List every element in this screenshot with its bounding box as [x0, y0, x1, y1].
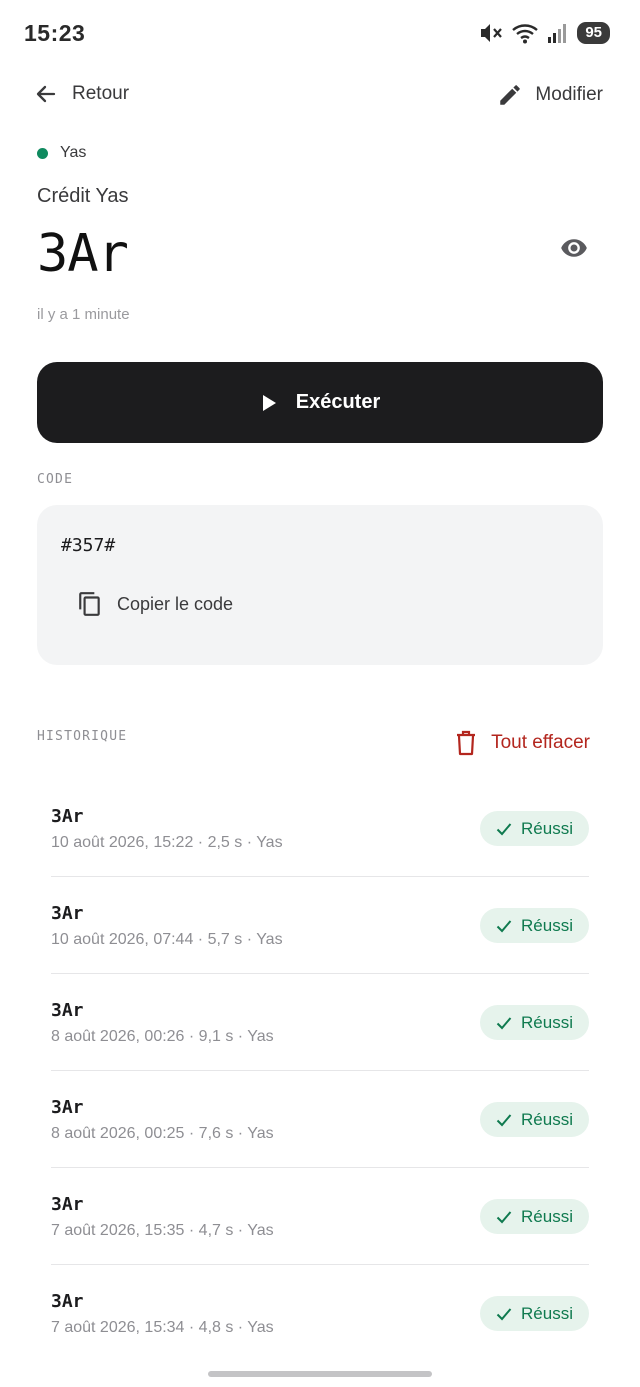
- toggle-visibility-button[interactable]: [558, 234, 590, 262]
- check-icon: [496, 919, 512, 932]
- history-item[interactable]: 3Ar 7 août 2026, 15:35 · 4,7 s · Yas Réu…: [51, 1168, 589, 1265]
- check-icon: [496, 1016, 512, 1029]
- history-amount: 3Ar: [51, 1097, 84, 1118]
- check-icon: [496, 822, 512, 835]
- status-time: 15:23: [24, 20, 86, 46]
- status-badge: Réussi: [480, 1005, 589, 1040]
- clear-history-label: Tout effacer: [491, 732, 590, 753]
- code-card: #357# Copier le code: [37, 505, 603, 665]
- execute-label: Exécuter: [295, 391, 381, 413]
- history-meta: 8 août 2026, 00:26 · 9,1 s · Yas: [51, 1028, 274, 1045]
- pencil-icon: [500, 85, 521, 105]
- status-label: Réussi: [521, 1109, 573, 1129]
- status-icons: 95: [479, 22, 610, 44]
- check-icon: [496, 1307, 512, 1320]
- history-meta: 7 août 2026, 15:34 · 4,8 s · Yas: [51, 1319, 274, 1336]
- eye-icon: [561, 239, 587, 257]
- copy-code-button[interactable]: Copier le code: [77, 591, 233, 617]
- play-icon: [262, 394, 276, 411]
- edit-label: Modifier: [535, 84, 603, 105]
- history-list: 3Ar 10 août 2026, 15:22 · 2,5 s · Yas Ré…: [51, 780, 589, 1362]
- history-item[interactable]: 3Ar 8 août 2026, 00:26 · 9,1 s · Yas Réu…: [51, 974, 589, 1071]
- top-bar: Retour Modifier: [0, 72, 640, 122]
- history-item[interactable]: 3Ar 8 août 2026, 00:25 · 7,6 s · Yas Réu…: [51, 1071, 589, 1168]
- code-section-label: CODE: [37, 472, 74, 487]
- status-bar: 15:23 95: [0, 0, 640, 68]
- wifi-icon: [512, 24, 539, 44]
- status-label: Réussi: [521, 818, 573, 838]
- operator-name: Yas: [60, 144, 87, 161]
- history-amount: 3Ar: [51, 1194, 84, 1215]
- history-section-label: HISTORIQUE: [37, 729, 128, 744]
- status-badge: Réussi: [480, 1102, 589, 1137]
- mute-icon: [481, 24, 503, 42]
- back-label: Retour: [72, 83, 130, 104]
- status-label: Réussi: [521, 915, 573, 935]
- check-icon: [496, 1210, 512, 1223]
- history-item[interactable]: 3Ar 7 août 2026, 15:34 · 4,8 s · Yas Réu…: [51, 1265, 589, 1362]
- signal-icon: [548, 24, 567, 43]
- status-label: Réussi: [521, 1012, 573, 1032]
- execute-button[interactable]: Exécuter: [37, 362, 603, 443]
- copy-icon: [79, 592, 100, 616]
- status-badge: Réussi: [480, 908, 589, 943]
- arrow-left-icon: [36, 85, 56, 103]
- trash-icon: [457, 730, 476, 756]
- status-label: Réussi: [521, 1206, 573, 1226]
- history-amount: 3Ar: [51, 1000, 84, 1021]
- operator-dot: [37, 147, 48, 159]
- status-label: Réussi: [521, 1303, 573, 1323]
- copy-code-label: Copier le code: [117, 593, 234, 614]
- check-icon: [496, 1113, 512, 1126]
- history-amount: 3Ar: [51, 806, 84, 827]
- ussd-code: #357#: [61, 535, 116, 556]
- history-meta: 10 août 2026, 07:44 · 5,7 s · Yas: [51, 931, 283, 948]
- history-amount: 3Ar: [51, 903, 84, 924]
- operator-tag: Yas: [37, 144, 86, 162]
- clear-history-button[interactable]: Tout effacer: [455, 730, 590, 756]
- history-meta: 8 août 2026, 00:25 · 7,6 s · Yas: [51, 1125, 274, 1142]
- history-item[interactable]: 3Ar 10 août 2026, 07:44 · 5,7 s · Yas Ré…: [51, 877, 589, 974]
- history-amount: 3Ar: [51, 1291, 84, 1312]
- status-badge: Réussi: [480, 811, 589, 846]
- history-meta: 10 août 2026, 15:22 · 2,5 s · Yas: [51, 834, 283, 851]
- history-meta: 7 août 2026, 15:35 · 4,7 s · Yas: [51, 1222, 274, 1239]
- battery-indicator: 95: [577, 22, 610, 44]
- back-button[interactable]: Retour: [34, 82, 129, 106]
- balance-value: 3Ar: [37, 224, 129, 284]
- edit-button[interactable]: Modifier: [497, 82, 603, 108]
- history-item[interactable]: 3Ar 10 août 2026, 15:22 · 2,5 s · Yas Ré…: [51, 780, 589, 877]
- status-badge: Réussi: [480, 1199, 589, 1234]
- credit-title: Crédit Yas: [37, 185, 129, 207]
- last-updated: il y a 1 minute: [37, 306, 130, 323]
- home-indicator[interactable]: [208, 1371, 432, 1377]
- status-badge: Réussi: [480, 1296, 589, 1331]
